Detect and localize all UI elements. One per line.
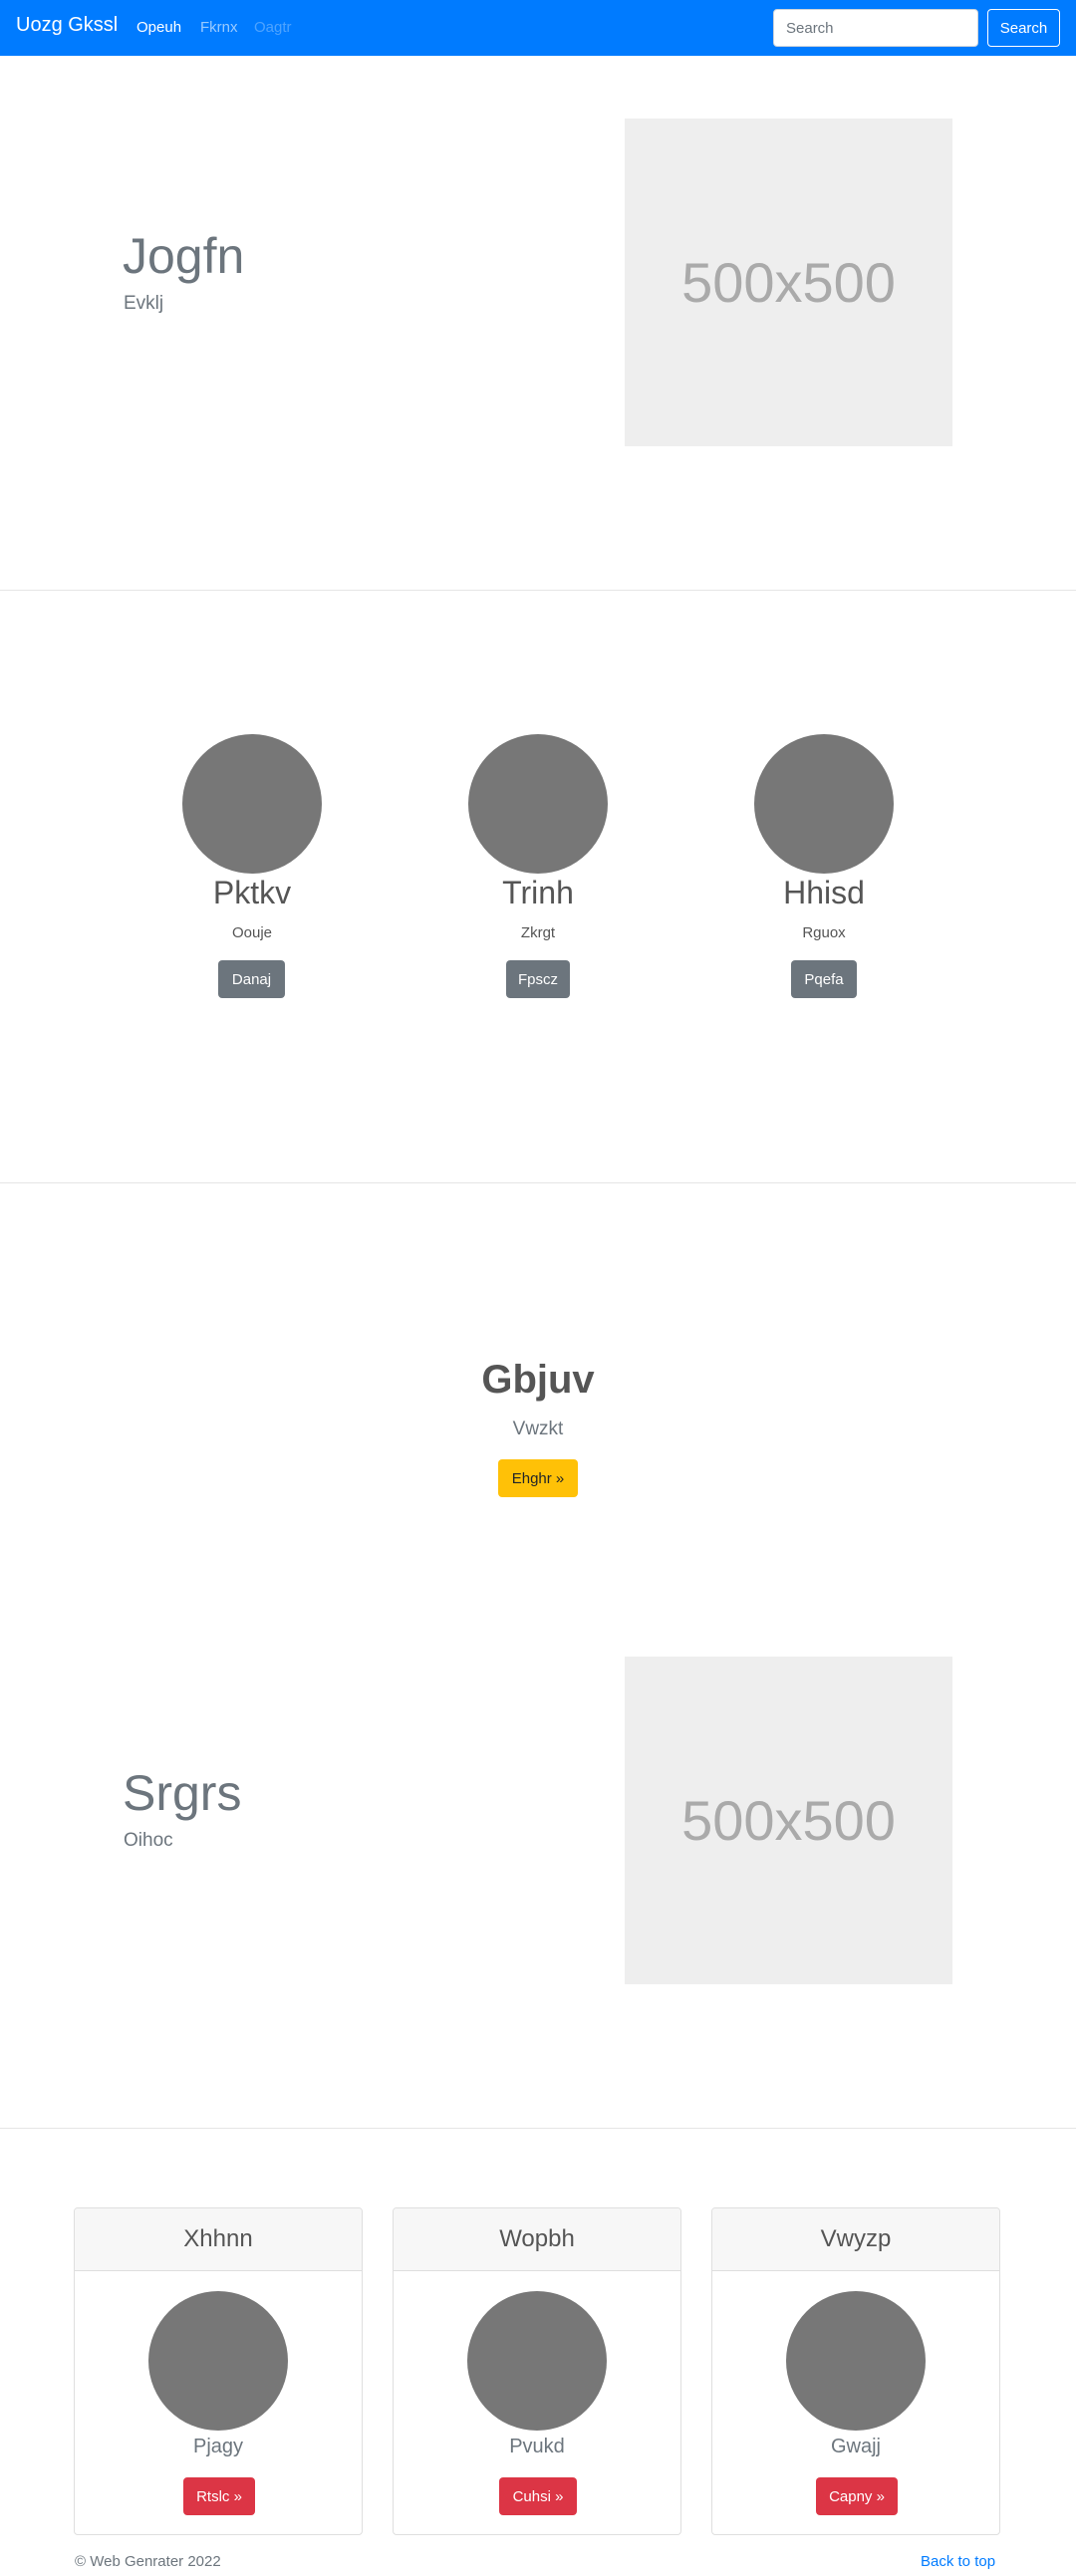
card-2-button[interactable]: Cuhsi » [499, 2477, 577, 2515]
member-3-button[interactable]: Pqefa [791, 960, 857, 998]
member-2-subtitle: Zkrgt [520, 924, 556, 941]
section-divider-3 [0, 2128, 1076, 2129]
card-3-avatar [786, 2291, 926, 2431]
feature1-subtitle: Evklj [124, 293, 164, 314]
nav-link-2[interactable]: Fkrnx [200, 19, 238, 36]
card-3-button[interactable]: Capny » [816, 2477, 898, 2515]
member-3-subtitle: Rguox [802, 924, 846, 941]
center-subtitle: Vwzkt [512, 1418, 564, 1439]
member-1-subtitle: Oouje [231, 924, 273, 941]
feature1-placeholder-label: 500x500 [681, 251, 896, 314]
card-1-avatar [148, 2291, 288, 2431]
member-2-name: Trinh [502, 875, 574, 910]
member-3-avatar [754, 734, 894, 874]
search-input[interactable] [773, 9, 978, 47]
card-1-header: Xhhnn [75, 2208, 362, 2271]
center-button[interactable]: Ehghr » [498, 1459, 578, 1497]
member-1-name: Pktkv [212, 875, 292, 910]
feature1-title: Jogfn [123, 228, 245, 284]
section-divider-2 [0, 1182, 1076, 1183]
card-2: Wopbh Pvukd Cuhsi » [393, 2207, 681, 2535]
feature2-subtitle: Oihoc [124, 1830, 173, 1851]
member-3-name: Hhisd [783, 875, 865, 910]
card-3-header: Vwyzp [712, 2208, 999, 2271]
footer-copyright: © Web Genrater 2022 [75, 2553, 221, 2570]
feature2-placeholder-label: 500x500 [681, 1789, 896, 1852]
card-3: Vwyzp Gwajj Capny » [711, 2207, 1000, 2535]
member-1-avatar [182, 734, 322, 874]
card-1: Xhhnn Pjagy Rtslc » [74, 2207, 363, 2535]
card-1-button[interactable]: Rtslc » [183, 2477, 255, 2515]
navbar: Uozg Gkssl Opeuh Fkrnx Oagtr Search [0, 0, 1076, 56]
section-divider-1 [0, 590, 1076, 591]
member-1-button[interactable]: Danaj [218, 960, 285, 998]
member-2-button[interactable]: Fpscz [506, 960, 570, 998]
nav-link-1[interactable]: Opeuh [136, 19, 181, 36]
feature1-image-placeholder: 500x500 [625, 119, 952, 446]
card-1-subtitle: Pjagy [192, 2436, 244, 2457]
feature2-title: Srgrs [123, 1765, 242, 1821]
search-button[interactable]: Search [987, 9, 1060, 47]
member-2-avatar [468, 734, 608, 874]
card-2-avatar [467, 2291, 607, 2431]
feature2-image-placeholder: 500x500 [625, 1657, 952, 1984]
navbar-brand[interactable]: Uozg Gkssl [16, 14, 118, 37]
card-3-subtitle: Gwajj [830, 2436, 881, 2457]
card-2-header: Wopbh [394, 2208, 680, 2271]
center-title: Gbjuv [481, 1358, 595, 1402]
nav-link-3-disabled: Oagtr [254, 19, 292, 36]
back-to-top-link[interactable]: Back to top [921, 2553, 995, 2570]
card-2-subtitle: Pvukd [509, 2436, 565, 2457]
